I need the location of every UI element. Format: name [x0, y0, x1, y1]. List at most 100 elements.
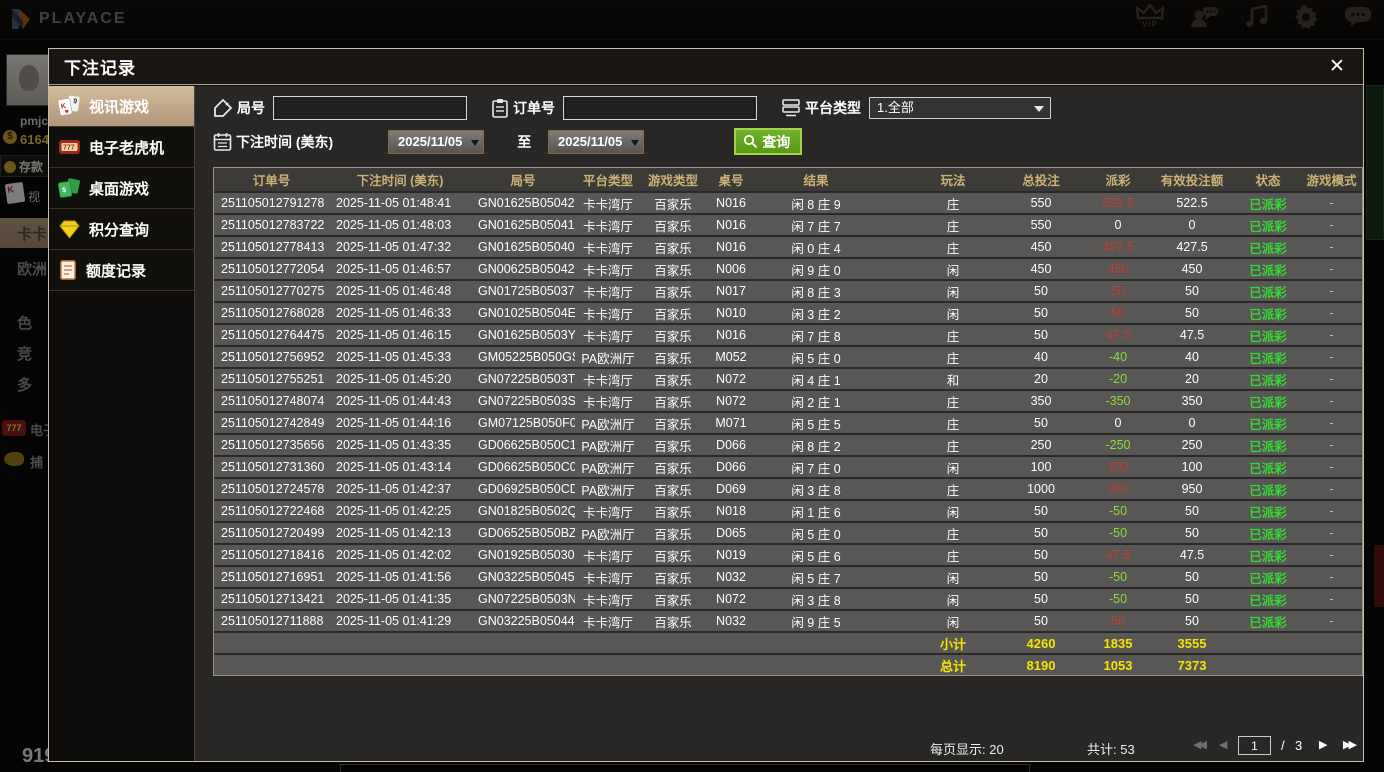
platform-select[interactable]: 1.全部	[869, 97, 1051, 119]
tab-label: 额度记录	[86, 262, 147, 280]
cell-result: 闲 8 庄 3	[791, 285, 841, 300]
cell-platform: PA欧洲厅	[581, 439, 635, 454]
cell-valid-bet: 950	[1181, 482, 1203, 496]
cell-bet-time: 2025-11-05 01:41:29	[336, 614, 452, 628]
table-row: 251105012711888 2025-11-05 01:41:29 GN03…	[214, 609, 1362, 631]
grand-total-row: 总计 8190 1053 7373	[214, 653, 1362, 675]
tab-slots[interactable]: 777 电子老虎机	[49, 127, 194, 168]
cell-valid-bet: 450	[1181, 262, 1203, 276]
search-button[interactable]: 查询	[734, 128, 803, 155]
cell-platform: PA欧洲厅	[581, 417, 635, 432]
cell-round-id: GN01625B05040	[478, 240, 575, 254]
to-label: 至	[517, 133, 532, 150]
cell-order-id: 251105012742849	[221, 416, 325, 430]
chevron-down-icon	[471, 139, 480, 146]
cell-status: 已派彩	[1249, 197, 1287, 212]
order-label: 订单号	[513, 100, 555, 116]
close-icon[interactable]: ✕	[1325, 55, 1349, 79]
cell-game-mode: -	[1329, 570, 1334, 584]
first-page-icon[interactable]: ◀◀	[1193, 738, 1207, 751]
table-row: 251105012735656 2025-11-05 01:43:35 GD06…	[214, 433, 1362, 455]
cell-platform: 卡卡湾厅	[582, 615, 633, 630]
order-input[interactable]	[563, 96, 757, 120]
tab-video-games[interactable]: 9 K ♥ 视讯游戏	[49, 86, 207, 127]
cell-order-id: 251105012718416	[221, 548, 325, 562]
cell-status: 已派彩	[1249, 505, 1287, 520]
modal-header: 下注记录 ✕	[49, 49, 1363, 85]
cell-valid-bet: 100	[1181, 460, 1203, 474]
cell-payout: 0	[1114, 416, 1122, 430]
date-from-picker[interactable]: 2025/11/05	[387, 128, 486, 155]
table-row: 251105012713421 2025-11-05 01:41:35 GN07…	[214, 587, 1362, 609]
next-page-icon[interactable]: ▶	[1319, 738, 1328, 751]
grand-total-valid-bet: 7373	[1177, 657, 1207, 673]
cell-table-no: N006	[716, 262, 746, 276]
cell-bet-time: 2025-11-05 01:43:14	[336, 460, 452, 474]
table-row: 251105012724578 2025-11-05 01:42:37 GD06…	[214, 477, 1362, 499]
cell-platform: 卡卡湾厅	[582, 329, 633, 344]
cell-payout: 522.5	[1102, 196, 1134, 210]
cell-game-mode: -	[1329, 306, 1334, 320]
cell-result: 闲 2 庄 1	[791, 395, 841, 410]
date-to-picker[interactable]: 2025/11/05	[547, 128, 646, 155]
subtotal-row: 小计 4260 1835 3555	[214, 631, 1362, 653]
tab-table-games[interactable]: $ 桌面游戏	[49, 168, 194, 209]
cell-status: 已派彩	[1249, 549, 1287, 564]
subtotal-payout: 1835	[1103, 635, 1133, 651]
cell-platform: PA欧洲厅	[581, 527, 635, 542]
cell-bet-time: 2025-11-05 01:41:56	[336, 570, 452, 584]
page-number-input[interactable]	[1238, 736, 1271, 755]
cell-platform: 卡卡湾厅	[582, 549, 633, 564]
cell-payout: 100	[1107, 460, 1129, 474]
cell-platform: 卡卡湾厅	[582, 505, 633, 520]
cell-bet-type: 闲	[946, 593, 960, 608]
last-page-icon[interactable]: ▶▶	[1343, 738, 1357, 751]
cell-platform: 卡卡湾厅	[582, 571, 633, 586]
search-icon	[744, 134, 758, 149]
cell-bet-time: 2025-11-05 01:46:33	[336, 306, 452, 320]
cell-game-mode: -	[1329, 460, 1334, 474]
cards-icon: 9 K ♥	[57, 95, 80, 116]
cell-valid-bet: 0	[1188, 218, 1196, 232]
cell-game-type: 百家乐	[654, 197, 692, 212]
cell-game-type: 百家乐	[654, 395, 692, 410]
cell-payout: -50	[1108, 526, 1128, 540]
cell-result: 闲 3 庄 8	[791, 483, 841, 498]
chevron-down-icon	[1034, 106, 1044, 112]
cell-total-bet: 550	[1030, 196, 1052, 210]
cell-round-id: GN01625B05041	[478, 218, 575, 232]
platform-list-icon	[782, 99, 800, 117]
subtotal-valid-bet: 3555	[1177, 635, 1207, 651]
prev-page-icon[interactable]: ◀	[1219, 738, 1228, 751]
cell-status: 已派彩	[1249, 461, 1287, 476]
cell-bet-type: 庄	[946, 417, 960, 432]
page-separator: /	[1281, 738, 1285, 753]
cell-status: 已派彩	[1249, 417, 1287, 432]
cell-payout: 50	[1111, 306, 1125, 320]
cell-round-id: GN01625B0503Y	[478, 328, 575, 342]
round-input[interactable]	[273, 96, 467, 120]
cell-valid-bet: 50	[1185, 306, 1199, 320]
table-games-icon: $	[58, 178, 80, 198]
cell-game-type: 百家乐	[654, 373, 692, 388]
cell-game-type: 百家乐	[654, 307, 692, 322]
cell-order-id: 251105012735656	[221, 438, 325, 452]
tab-quota-records[interactable]: 额度记录	[49, 250, 194, 291]
cell-round-id: GN07225B0503S	[478, 394, 575, 408]
round-tag-icon	[214, 98, 233, 117]
cell-game-mode: -	[1329, 548, 1334, 562]
cell-status: 已派彩	[1249, 373, 1287, 388]
subtotal-label: 小计	[939, 636, 966, 652]
cell-table-no: N017	[716, 284, 746, 298]
cell-order-id: 251105012772054	[221, 262, 325, 276]
cell-bet-time: 2025-11-05 01:46:57	[336, 262, 452, 276]
cell-total-bet: 350	[1030, 394, 1052, 408]
calendar-icon	[213, 132, 232, 151]
cell-result: 闲 5 庄 6	[791, 549, 841, 564]
modal-title: 下注记录	[64, 59, 136, 78]
cell-platform: PA欧洲厅	[581, 461, 635, 476]
tab-points-query[interactable]: 积分查询	[49, 209, 194, 250]
cell-bet-time: 2025-11-05 01:45:33	[336, 350, 452, 364]
cell-total-bet: 550	[1030, 218, 1052, 232]
cell-total-bet: 50	[1034, 548, 1048, 562]
